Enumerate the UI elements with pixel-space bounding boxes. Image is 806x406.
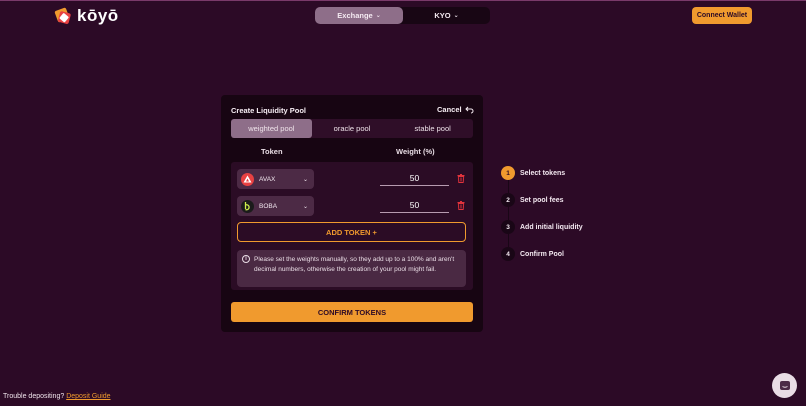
panel-title: Create Liquidity Pool <box>231 106 307 115</box>
tab-weighted-pool[interactable]: weighted pool <box>231 119 312 138</box>
avax-icon <box>241 172 254 186</box>
notice-text: Please set the weights manually, so they… <box>254 256 455 273</box>
logo[interactable]: kōyō <box>53 6 119 26</box>
logo-text: kōyō <box>77 6 119 25</box>
token-select-boba[interactable]: BOBA ⌄ <box>237 196 314 216</box>
create-pool-panel: Create Liquidity Pool Cancel weighted po… <box>221 95 483 332</box>
step-set-pool-fees: 2 Set pool fees <box>501 193 564 207</box>
step-number: 1 <box>501 166 515 180</box>
token-symbol: AVAX <box>259 175 276 183</box>
token-select-avax[interactable]: AVAX ⌄ <box>237 169 314 189</box>
confirm-tokens-button[interactable]: CONFIRM TOKENS <box>231 302 473 322</box>
koyo-logo-icon <box>53 6 73 26</box>
info-icon: i <box>242 255 250 263</box>
trash-icon[interactable] <box>457 201 465 210</box>
chevron-down-icon: ⌄ <box>302 176 308 183</box>
trash-icon[interactable] <box>457 174 465 183</box>
weight-notice: i Please set the weights manually, so th… <box>237 250 466 287</box>
token-symbol: BOBA <box>259 202 278 210</box>
add-token-button[interactable]: ADD TOKEN + <box>237 222 466 242</box>
step-connector <box>507 207 509 220</box>
boba-icon <box>241 199 254 213</box>
chat-support-button[interactable] <box>772 373 797 398</box>
kyo-label: KYO <box>434 11 451 20</box>
deposit-help: Trouble depositing? Deposit Guide <box>3 393 111 400</box>
top-nav: Exchange ⌄ KYO ⌄ <box>315 7 490 24</box>
tab-stable-pool[interactable]: stable pool <box>392 119 473 138</box>
step-label: Select tokens <box>520 169 566 177</box>
top-border <box>0 0 806 1</box>
pool-type-tabs: weighted pool oracle pool stable pool <box>231 119 473 138</box>
step-connector <box>507 234 509 247</box>
step-add-liquidity: 3 Add initial liquidity <box>501 220 583 234</box>
chat-icon <box>779 380 790 390</box>
step-number: 2 <box>501 193 515 207</box>
step-number: 3 <box>501 220 515 234</box>
token-column-header: Token <box>261 147 283 156</box>
weight-input-avax[interactable]: 50 <box>380 173 449 186</box>
step-confirm-pool: 4 Confirm Pool <box>501 247 564 261</box>
footer-text: Trouble depositing? <box>3 393 65 400</box>
undo-arrow-icon <box>464 106 474 113</box>
tab-oracle-pool[interactable]: oracle pool <box>312 119 393 138</box>
step-select-tokens: 1 Select tokens <box>501 166 565 180</box>
step-label: Confirm Pool <box>520 250 564 258</box>
kyo-dropdown[interactable]: KYO ⌄ <box>403 7 490 24</box>
chevron-down-icon: ⌄ <box>302 203 308 210</box>
step-number: 4 <box>501 247 515 261</box>
cancel-button[interactable]: Cancel <box>437 105 474 114</box>
weight-column-header: Weight (%) <box>396 147 435 156</box>
exchange-dropdown[interactable]: Exchange ⌄ <box>315 7 403 24</box>
cancel-label: Cancel <box>437 105 462 114</box>
chevron-down-icon: ⌄ <box>453 13 459 19</box>
exchange-label: Exchange <box>337 11 373 20</box>
token-list: AVAX ⌄ 50 BOBA ⌄ 50 ADD TOKEN + i Please… <box>231 162 473 290</box>
connect-wallet-button[interactable]: Connect Wallet <box>692 7 752 24</box>
weight-input-boba[interactable]: 50 <box>380 200 449 213</box>
step-connector <box>507 180 509 193</box>
chevron-down-icon: ⌄ <box>375 13 381 19</box>
step-label: Add initial liquidity <box>520 223 583 231</box>
deposit-guide-link[interactable]: Deposit Guide <box>66 393 110 400</box>
step-label: Set pool fees <box>520 196 564 204</box>
